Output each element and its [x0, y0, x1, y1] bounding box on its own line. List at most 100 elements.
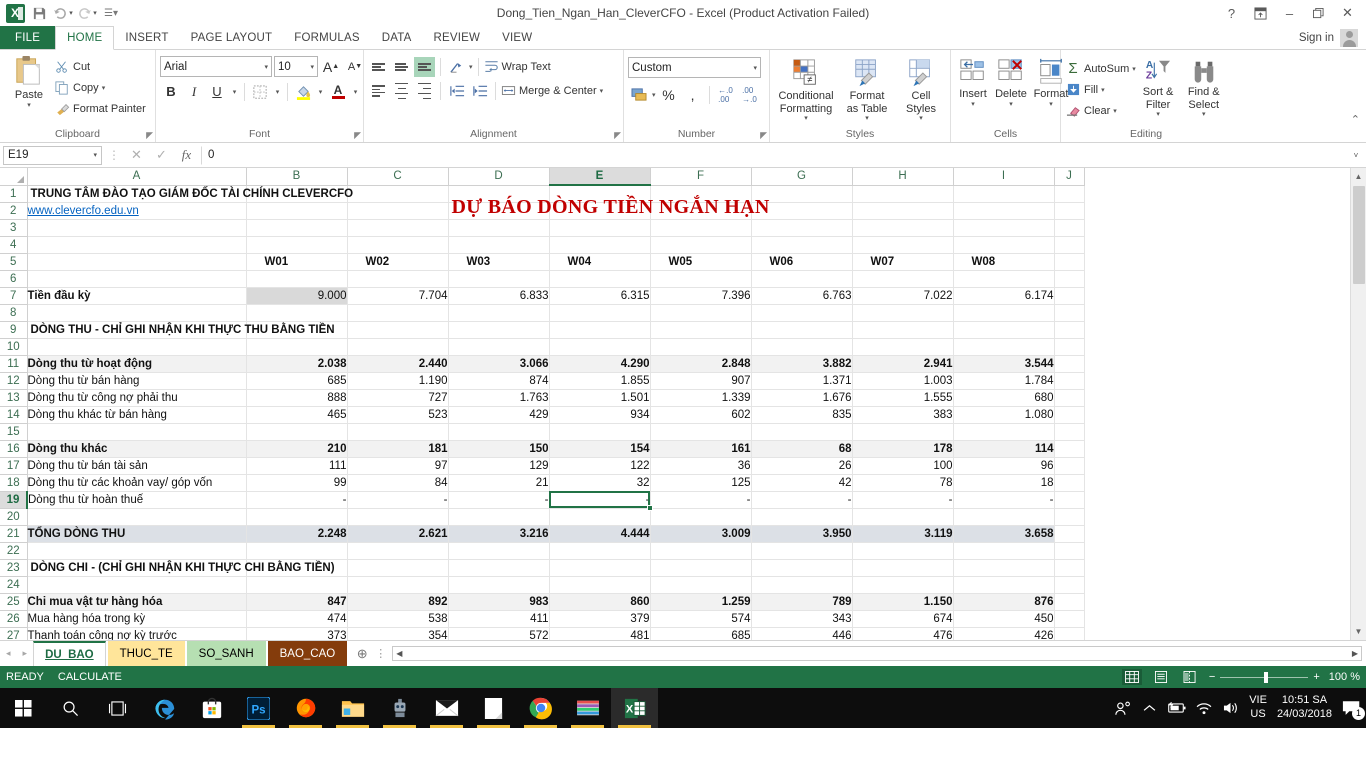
cell-H11[interactable]: 2.941 [852, 355, 953, 372]
cell-J4[interactable] [1054, 236, 1084, 253]
cell-E18[interactable]: 32 [549, 474, 650, 491]
alignment-dialog-launcher-icon[interactable]: ◤ [614, 130, 621, 141]
cell-B22[interactable] [246, 542, 347, 559]
cell-H6[interactable] [852, 270, 953, 287]
cell-A21[interactable]: TỔNG DÒNG THU [27, 525, 246, 542]
cell-E3[interactable] [549, 219, 650, 236]
column-header-G[interactable]: G [751, 168, 852, 185]
font-name-input[interactable]: Arial ▾ [160, 56, 272, 77]
cell-A11[interactable]: Dòng thu từ hoạt động [27, 355, 246, 372]
hyperlink[interactable]: www.clevercfo.edu.vn [28, 205, 139, 217]
minimize-icon[interactable]: – [1275, 1, 1304, 25]
cell-G16[interactable]: 68 [751, 440, 852, 457]
cell-H16[interactable]: 178 [852, 440, 953, 457]
find-select-button[interactable]: Find & Select ▾ [1180, 56, 1227, 121]
cell-H17[interactable]: 100 [852, 457, 953, 474]
zoom-in-icon[interactable]: + [1313, 671, 1319, 683]
start-button[interactable] [0, 688, 47, 728]
cell-H9[interactable] [852, 321, 953, 338]
cell-H18[interactable]: 78 [852, 474, 953, 491]
cell-F20[interactable] [650, 508, 751, 525]
cell-A1[interactable]: TRUNG TÂM ĐÀO TẠO GIÁM ĐỐC TÀI CHÍNH CLE… [27, 185, 246, 202]
tab-formulas[interactable]: FORMULAS [283, 26, 371, 49]
cell-A25[interactable]: Chi mua vật tư hàng hóa [27, 593, 246, 610]
cell-E13[interactable]: 1.501 [549, 389, 650, 406]
find-select-chevron-down-icon[interactable]: ▾ [1202, 111, 1206, 119]
cell-H21[interactable]: 3.119 [852, 525, 953, 542]
cell-D21[interactable]: 3.216 [448, 525, 549, 542]
cell-C16[interactable]: 181 [347, 440, 448, 457]
cell-D25[interactable]: 983 [448, 593, 549, 610]
column-header-I[interactable]: I [953, 168, 1054, 185]
cell-C3[interactable] [347, 219, 448, 236]
cell-G5[interactable]: W06 [751, 253, 852, 270]
cell-E7[interactable]: 6.315 [549, 287, 650, 304]
cell-I24[interactable] [953, 576, 1054, 593]
cell-G8[interactable] [751, 304, 852, 321]
cell-F22[interactable] [650, 542, 751, 559]
sort-filter-button[interactable]: A Z Sort & Filter ▾ [1136, 56, 1181, 121]
cell-I3[interactable] [953, 219, 1054, 236]
cell-E11[interactable]: 4.290 [549, 355, 650, 372]
row-header-14[interactable]: 14 [0, 406, 27, 423]
cell-E25[interactable]: 860 [549, 593, 650, 610]
fill-handle[interactable] [647, 505, 653, 511]
align-top-button[interactable] [368, 57, 389, 77]
cell-F26[interactable]: 574 [650, 610, 751, 627]
cell-A23[interactable]: DÒNG CHI - (CHỈ GHI NHẬN KHI THỰC CHI BẰ… [27, 559, 246, 576]
undo-icon[interactable]: ▾ [52, 2, 74, 24]
search-icon[interactable] [47, 688, 94, 728]
cell-C13[interactable]: 727 [347, 389, 448, 406]
cell-G11[interactable]: 3.882 [751, 355, 852, 372]
column-header-A[interactable]: A [27, 168, 246, 185]
autosum-button[interactable]: Σ AutoSum ▾ [1065, 58, 1136, 79]
cell-F11[interactable]: 2.848 [650, 355, 751, 372]
cell-H14[interactable]: 383 [852, 406, 953, 423]
cell-A17[interactable]: Dòng thu từ bán tài sản [27, 457, 246, 474]
cell-A20[interactable] [27, 508, 246, 525]
orientation-button[interactable] [446, 57, 467, 77]
battery-icon[interactable] [1166, 702, 1186, 714]
row-header-1[interactable]: 1 [0, 185, 27, 202]
cell-C24[interactable] [347, 576, 448, 593]
decrease-decimal-button[interactable]: .00→.0 [739, 84, 761, 105]
row-header-5[interactable]: 5 [0, 253, 27, 270]
cell-B19[interactable]: - [246, 491, 347, 508]
cell-C11[interactable]: 2.440 [347, 355, 448, 372]
cell-J15[interactable] [1054, 423, 1084, 440]
vertical-scrollbar[interactable]: ▲ ▼ [1350, 168, 1366, 640]
expand-formula-bar-icon[interactable]: ˅ [1349, 151, 1363, 160]
cell-G20[interactable] [751, 508, 852, 525]
italic-button[interactable]: I [183, 81, 205, 102]
align-center-button[interactable] [391, 81, 412, 101]
clear-button[interactable]: Clear ▾ [1065, 100, 1136, 121]
paste-chevron-down-icon[interactable]: ▾ [27, 102, 31, 110]
cell-C18[interactable]: 84 [347, 474, 448, 491]
cell-A27[interactable]: Thanh toán công nợ kỳ trước [27, 627, 246, 640]
cell-A9[interactable]: DÒNG THU - CHỈ GHI NHẬN KHI THỰC THU BẰN… [27, 321, 246, 338]
firefox-icon[interactable] [282, 688, 329, 728]
normal-view-icon[interactable] [1122, 669, 1142, 685]
cell-G7[interactable]: 6.763 [751, 287, 852, 304]
cell-J19[interactable] [1054, 491, 1084, 508]
column-header-E[interactable]: E [549, 168, 650, 185]
cell-D4[interactable] [448, 236, 549, 253]
cell-F5[interactable]: W05 [650, 253, 751, 270]
cell-B21[interactable]: 2.248 [246, 525, 347, 542]
tab-file[interactable]: FILE [0, 26, 55, 49]
copy-chevron-down-icon[interactable]: ▾ [102, 84, 106, 92]
column-header-D[interactable]: D [448, 168, 549, 185]
cell-A13[interactable]: Dòng thu từ công nợ phải thu [27, 389, 246, 406]
conditional-formatting-chevron-down-icon[interactable]: ▾ [804, 115, 808, 123]
hscroll-left-icon[interactable]: ◀ [396, 649, 402, 658]
cell-C15[interactable] [347, 423, 448, 440]
comma-style-button[interactable]: , [682, 84, 704, 105]
cell-B16[interactable]: 210 [246, 440, 347, 457]
cell-D15[interactable] [448, 423, 549, 440]
cell-A18[interactable]: Dòng thu từ các khoản vay/ góp vốn [27, 474, 246, 491]
cell-C8[interactable] [347, 304, 448, 321]
font-size-input[interactable]: 10 ▾ [274, 56, 318, 77]
cell-E20[interactable] [549, 508, 650, 525]
cell-D9[interactable] [448, 321, 549, 338]
cell-F18[interactable]: 125 [650, 474, 751, 491]
